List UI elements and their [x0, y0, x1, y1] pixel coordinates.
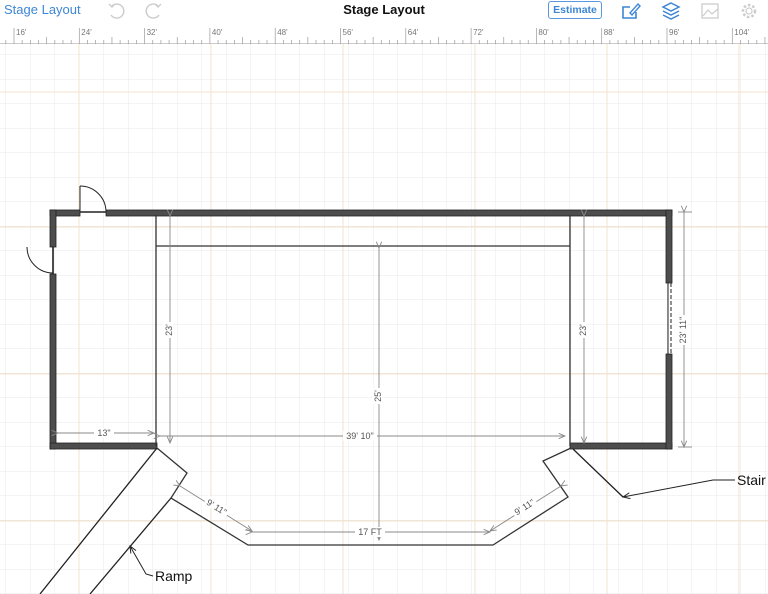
dim-stage-width: 39' 10" [346, 431, 373, 441]
grid [0, 44, 768, 594]
stair-label[interactable]: Stair [737, 472, 766, 488]
ruler-label: 24' [81, 28, 92, 37]
ruler-label: 104' [734, 28, 749, 37]
dim-left-height: 23' [164, 324, 174, 336]
ruler-label: 56' [343, 28, 354, 37]
ruler-label: 72' [473, 28, 484, 37]
dim-front-width: 17 FT [358, 527, 382, 537]
layers-icon[interactable] [661, 1, 681, 21]
ruler-label: 88' [604, 28, 615, 37]
gear-icon[interactable] [739, 1, 759, 21]
ramp-label[interactable]: Ramp [155, 568, 193, 584]
ruler-ticks: 16' 24' 32' 40' 48' 56' 64' 72' 80' 88' 96' 104' [5, 28, 766, 44]
ruler-label: 40' [212, 28, 223, 37]
top-bar: Stage Layout Stage Layout Estimate [0, 0, 768, 22]
estimate-button[interactable]: Estimate [548, 1, 602, 19]
dim-center-height: 25' [373, 390, 383, 402]
ruler-label: 16' [16, 28, 27, 37]
edit-icon[interactable] [621, 1, 641, 21]
dim-left-offset: 13" [97, 428, 110, 438]
ruler-label: 48' [277, 28, 288, 37]
redo-icon[interactable] [144, 1, 164, 21]
ruler-label: 80' [538, 28, 549, 37]
ruler-label: 64' [408, 28, 419, 37]
ruler[interactable]: 16' 24' 32' 40' 48' 56' 64' 72' 80' 88' 96' 104' [0, 26, 768, 44]
drawing-canvas[interactable]: 23' 25' 23' 23' 11" 13" 39' 10" 17 FT 9'… [0, 44, 768, 594]
back-button[interactable]: Stage Layout [4, 2, 81, 17]
dim-right-height: 23' [578, 324, 588, 336]
undo-icon[interactable] [106, 1, 126, 21]
ruler-label: 32' [147, 28, 158, 37]
ruler-label: 96' [669, 28, 680, 37]
dim-outer-height: 23' 11" [678, 317, 688, 344]
image-icon[interactable] [700, 1, 720, 21]
